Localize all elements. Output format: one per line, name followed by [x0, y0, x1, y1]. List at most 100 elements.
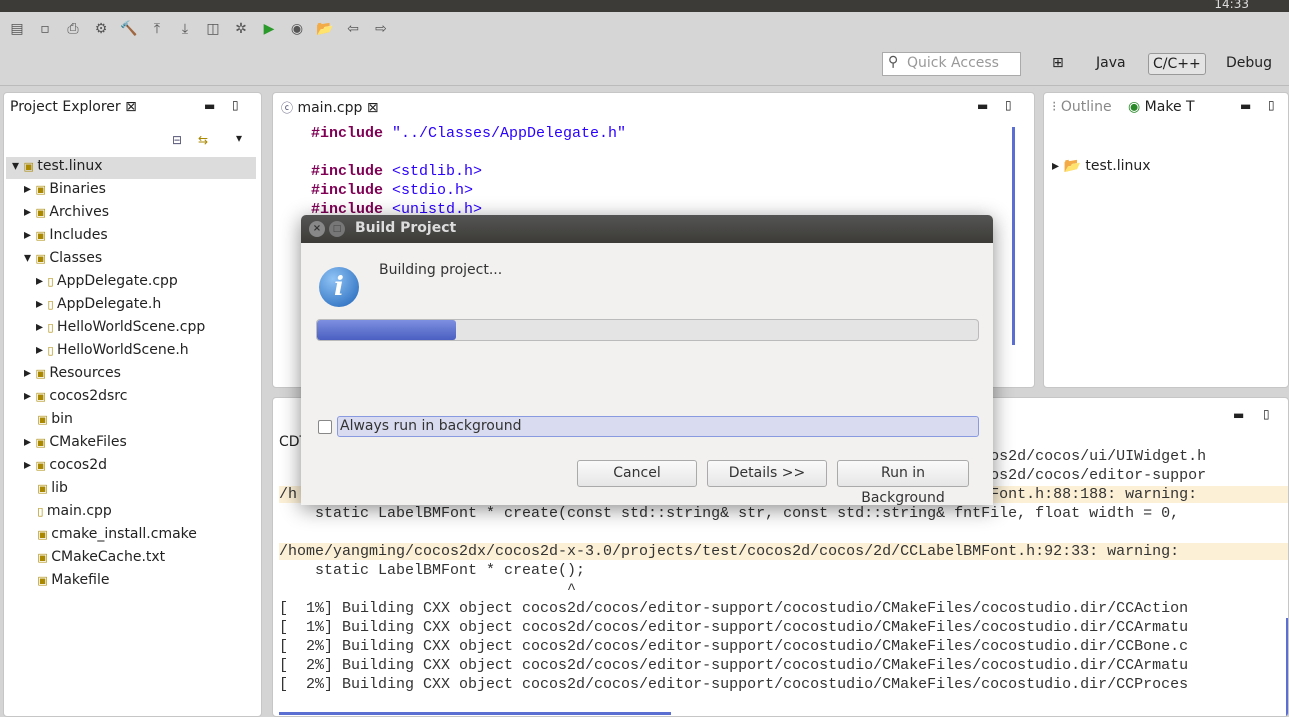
- tree-item[interactable]: ▾ ▣ Classes: [24, 250, 102, 266]
- expand-arrow-icon[interactable]: ▸: [24, 365, 35, 381]
- tree-item[interactable]: ▸ ▯ HelloWorldScene.h: [36, 342, 189, 358]
- tree-item[interactable]: ▸ ▯ AppDelegate.cpp: [36, 273, 178, 289]
- view-menu-icon[interactable]: ▾: [236, 131, 242, 145]
- editor-scrollbar[interactable]: [1012, 127, 1015, 345]
- search-icon: ⚲: [888, 54, 899, 70]
- expand-arrow-icon[interactable]: ▸: [36, 342, 47, 358]
- console-maximize-button[interactable]: ▯: [1263, 407, 1270, 421]
- tree-item-label: HelloWorldScene.h: [57, 342, 189, 358]
- perspective-java[interactable]: Java: [1092, 53, 1130, 73]
- outline-tab-label: Outline: [1060, 99, 1112, 115]
- expand-arrow-icon[interactable]: ▸: [36, 273, 47, 289]
- tab-make-targets[interactable]: ◉ Make T: [1128, 99, 1195, 115]
- maximize-button[interactable]: ▯: [232, 98, 239, 112]
- file-icon: ▣: [37, 482, 52, 495]
- project-explorer-title: Project Explorer: [10, 99, 121, 115]
- make-tree-item[interactable]: ▸ 📂 test.linux: [1052, 158, 1151, 174]
- upload-icon[interactable]: ⤒: [148, 21, 166, 37]
- tree-item[interactable]: ▸ ▣ cocos2dsrc: [24, 388, 127, 404]
- right-maximize-button[interactable]: ▯: [1268, 98, 1275, 112]
- expand-arrow-icon[interactable]: ▸: [24, 457, 35, 473]
- build-hammer-icon[interactable]: 🔨: [120, 21, 138, 37]
- expand-arrow-icon[interactable]: ▸: [24, 227, 35, 243]
- tab-main-cpp[interactable]: ⓒ main.cpp ⊠: [281, 99, 379, 116]
- debug-icon[interactable]: ✲: [232, 21, 250, 37]
- console-horizontal-scrollbar[interactable]: [279, 712, 671, 715]
- expand-arrow-icon[interactable]: ▸: [24, 204, 35, 220]
- tree-item[interactable]: ▾ ▣ test.linux: [12, 158, 103, 174]
- open-folder-icon[interactable]: 📂: [316, 21, 334, 37]
- file-icon: ▣: [35, 252, 50, 265]
- download-icon[interactable]: ⤓: [176, 21, 194, 37]
- run-icon[interactable]: ▶: [260, 21, 278, 37]
- open-perspective-button[interactable]: ⊞: [1048, 53, 1068, 73]
- expand-arrow-icon[interactable]: ▸: [36, 296, 47, 312]
- perspective-debug[interactable]: Debug: [1222, 53, 1276, 73]
- always-run-label[interactable]: Always run in background: [337, 416, 979, 437]
- build-config-icon[interactable]: ⚙: [92, 21, 110, 37]
- always-run-checkbox[interactable]: [318, 420, 332, 434]
- expand-arrow-icon[interactable]: ▸: [36, 319, 47, 335]
- print-icon[interactable]: ⎙: [64, 21, 82, 37]
- tree-item[interactable]: ▣ lib: [24, 480, 68, 496]
- console-line: ^: [279, 581, 577, 598]
- run-in-background-button[interactable]: Run in Background: [837, 460, 969, 506]
- details-button[interactable]: Details >>: [707, 460, 827, 487]
- save-icon[interactable]: ▫: [36, 21, 54, 37]
- new-class-icon[interactable]: ◫: [204, 21, 222, 37]
- back-icon[interactable]: ⇦: [344, 21, 362, 37]
- editor-tab-label: main.cpp: [297, 100, 363, 116]
- quick-access-input[interactable]: ⚲ Quick Access: [882, 52, 1021, 76]
- tree-item[interactable]: ▸ ▣ Includes: [24, 227, 108, 243]
- editor-maximize-button[interactable]: ▯: [1005, 98, 1012, 112]
- console-line: [ 2%] Building CXX object cocos2d/cocos/…: [279, 638, 1189, 655]
- tree-item[interactable]: ▸ ▣ Binaries: [24, 181, 106, 197]
- close-icon[interactable]: ×: [309, 221, 325, 237]
- tree-item[interactable]: ▸ ▣ CMakeFiles: [24, 434, 127, 450]
- minimize-button[interactable]: ▬: [204, 99, 215, 113]
- expand-arrow-icon[interactable]: ▾: [12, 158, 23, 174]
- tree-item[interactable]: ▸ ▯ AppDelegate.h: [36, 296, 161, 312]
- forward-icon[interactable]: ⇨: [372, 21, 390, 37]
- cancel-button[interactable]: Cancel: [577, 460, 697, 487]
- expand-arrow-icon[interactable]: [24, 411, 37, 427]
- editor-minimize-button[interactable]: ▬: [977, 99, 988, 113]
- right-minimize-button[interactable]: ▬: [1240, 99, 1251, 113]
- code-keyword: #include: [311, 182, 384, 199]
- tree-item[interactable]: ▸ ▣ cocos2d: [24, 457, 107, 473]
- quick-access-placeholder: Quick Access: [907, 55, 999, 71]
- maximize-icon[interactable]: □: [329, 221, 345, 237]
- tree-item[interactable]: ▣ bin: [24, 411, 73, 427]
- tree-item[interactable]: ▣ CMakeCache.txt: [24, 549, 165, 565]
- expand-arrow-icon[interactable]: ▸: [24, 181, 35, 197]
- file-icon: ▣: [35, 206, 50, 219]
- expand-arrow-icon[interactable]: [24, 526, 37, 542]
- tree-item[interactable]: ▣ cmake_install.cmake: [24, 526, 197, 542]
- tree-item-label: Classes: [49, 250, 103, 266]
- new-icon[interactable]: ▤: [8, 21, 26, 37]
- expand-arrow-icon[interactable]: [24, 549, 37, 565]
- external-tools-icon[interactable]: ◉: [288, 21, 306, 37]
- expand-arrow-icon[interactable]: ▾: [24, 250, 35, 266]
- tree-item[interactable]: ▣ Makefile: [24, 572, 109, 588]
- collapse-all-icon[interactable]: ⊟: [172, 133, 182, 147]
- tree-item[interactable]: ▸ ▯ HelloWorldScene.cpp: [36, 319, 205, 335]
- expand-arrow-icon[interactable]: ▸: [24, 388, 35, 404]
- project-folder-icon: 📂: [1063, 158, 1081, 174]
- expand-arrow-icon[interactable]: [24, 503, 37, 519]
- expand-arrow-icon[interactable]: [24, 572, 37, 588]
- tree-item[interactable]: ▯ main.cpp: [24, 503, 111, 519]
- tab-project-explorer[interactable]: Project Explorer ⊠: [10, 99, 137, 115]
- tab-outline[interactable]: ⁝ Outline: [1052, 99, 1112, 115]
- link-editor-icon[interactable]: ⇆: [198, 133, 208, 147]
- expand-arrow-icon[interactable]: [24, 480, 37, 496]
- code-line: #include <stdio.h>: [311, 182, 473, 199]
- console-minimize-button[interactable]: ▬: [1233, 408, 1244, 422]
- build-project-dialog: × □ Build Project i Building project... …: [301, 215, 993, 506]
- tree-item[interactable]: ▸ ▣ Archives: [24, 204, 109, 220]
- progress-fill: [317, 320, 456, 340]
- expand-arrow-icon[interactable]: ▸: [24, 434, 35, 450]
- tree-item[interactable]: ▸ ▣ Resources: [24, 365, 121, 381]
- perspective-cpp[interactable]: C/C++: [1148, 53, 1206, 75]
- console-line: static LabelBMFont * create();: [279, 562, 586, 579]
